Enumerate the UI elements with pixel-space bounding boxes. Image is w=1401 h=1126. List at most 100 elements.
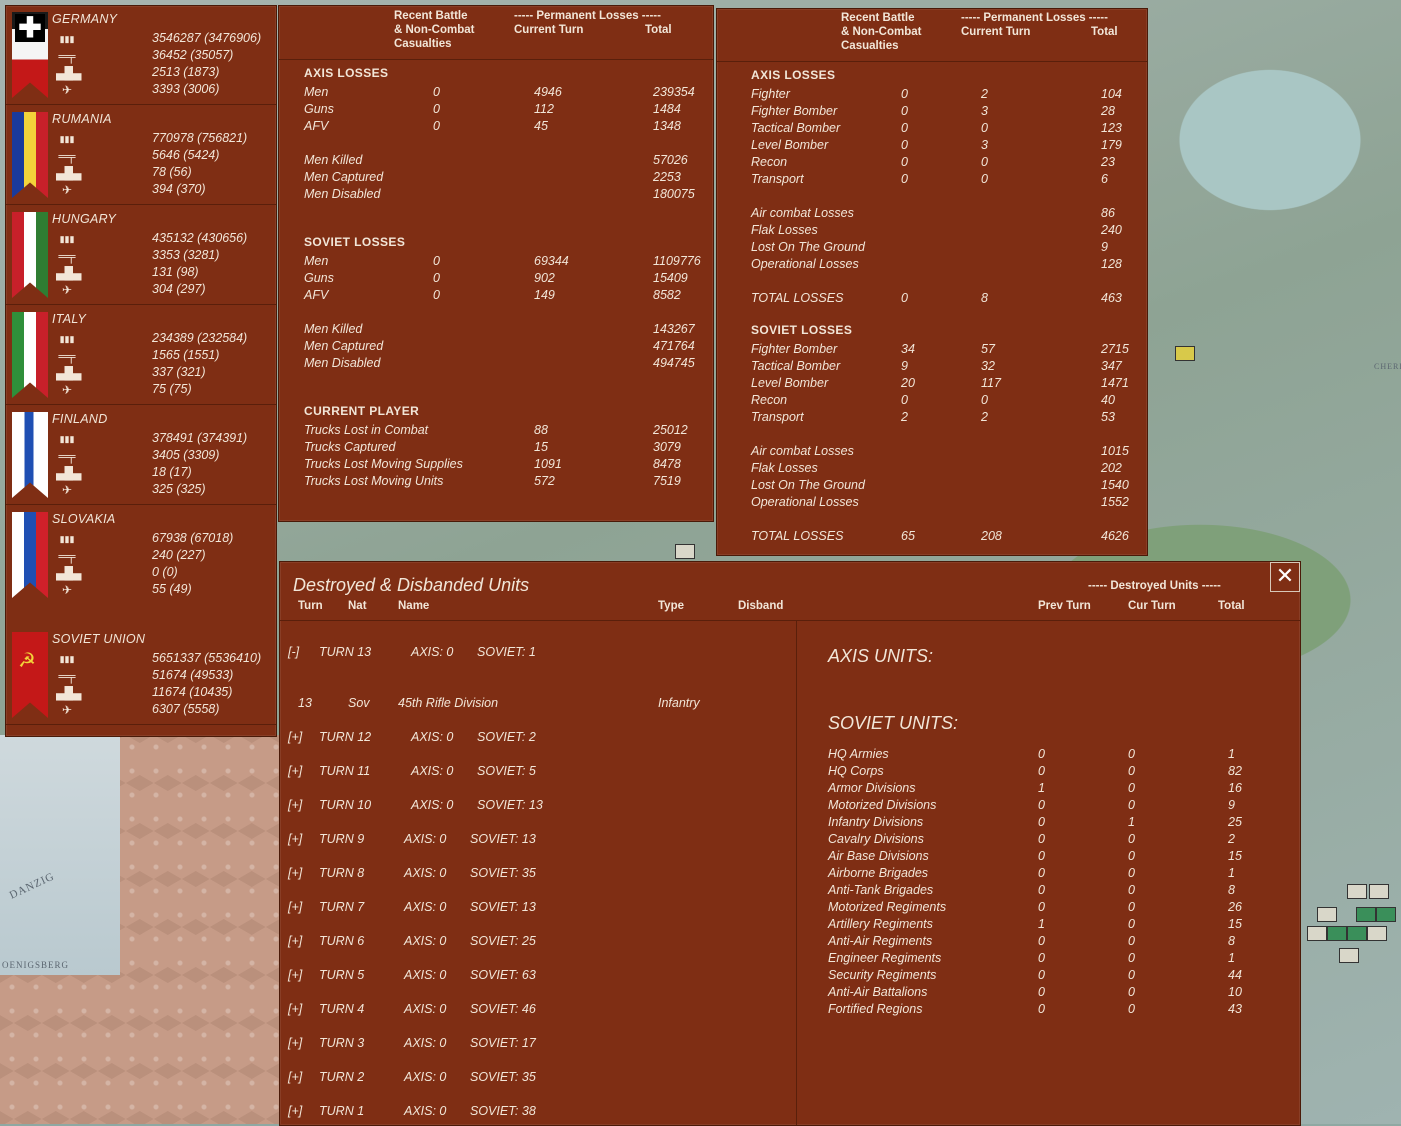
- nation-row[interactable]: SLOVAKIA ▮▮▮ 67938 (67018) ═╤ 240 (227) ▄█▄ 0 …: [6, 506, 276, 604]
- expand-toggle[interactable]: [+]: [288, 1070, 302, 1084]
- column-header: Turn: [298, 600, 323, 612]
- expand-toggle[interactable]: [+]: [288, 798, 302, 812]
- map-unit-counter[interactable]: [1356, 907, 1376, 922]
- nation-afv-value: 18 (17): [152, 465, 192, 479]
- soviet-unit-cur: 0: [1128, 764, 1135, 778]
- nation-row[interactable]: RUMANIA ▮▮▮ 770978 (756821) ═╤ 5646 (5424) ▄█…: [6, 106, 276, 205]
- map-unit-counter[interactable]: [1175, 346, 1195, 361]
- expand-toggle[interactable]: [+]: [288, 730, 302, 744]
- expand-toggle[interactable]: [+]: [288, 1104, 302, 1118]
- air-hdr-total: Total: [1091, 26, 1118, 38]
- nation-row[interactable]: FINLAND ▮▮▮ 378491 (374391) ═╤ 3405 (3309) ▄█…: [6, 406, 276, 505]
- soviet-units-title: SOVIET UNITS:: [828, 713, 959, 733]
- nation-row[interactable]: HUNGARY ▮▮▮ 435132 (430656) ═╤ 3353 (3281) ▄█…: [6, 206, 276, 305]
- expand-toggle[interactable]: [+]: [288, 1002, 302, 1016]
- men-icon: ▮▮▮: [59, 134, 75, 144]
- map-unit-counter[interactable]: [1376, 907, 1396, 922]
- tank-icon: ▄█▄: [56, 166, 82, 180]
- men-icon: ▮▮▮: [59, 234, 75, 244]
- turn-soviet-count: SOVIET: 2: [477, 730, 536, 744]
- nation-name: SLOVAKIA: [52, 512, 116, 526]
- axis-row-col1: 0: [901, 104, 908, 118]
- map-unit-counter[interactable]: [1317, 907, 1337, 922]
- expand-toggle[interactable]: [+]: [288, 900, 302, 914]
- soviet-row-col1: 20: [901, 376, 915, 390]
- turn-row[interactable]: [+] TURN 12 AXIS: 0 SOVIET: 2: [280, 730, 796, 747]
- nation-row[interactable]: ✚ GERMANY ▮▮▮ 3546287 (3476906) ═╤ 36452 (350…: [6, 6, 276, 105]
- soviet-row-col1: 0: [433, 288, 440, 302]
- axis-row-col2: 45: [534, 119, 548, 133]
- turn-row[interactable]: [+] TURN 11 AXIS: 0 SOVIET: 5: [280, 764, 796, 781]
- expand-toggle[interactable]: [+]: [288, 764, 302, 778]
- nation-men-value: 5651337 (5536410): [152, 651, 262, 665]
- soviet-extra-value: 143267: [653, 322, 695, 336]
- soviet-unit-cur: 0: [1128, 883, 1135, 897]
- map-unit-counter[interactable]: [1347, 926, 1367, 941]
- air-hdr-cur: Current Turn: [961, 26, 1031, 38]
- turn-row[interactable]: [+] TURN 6 AXIS: 0 SOVIET: 25: [280, 934, 796, 951]
- axis-row-col1: 0: [901, 121, 908, 135]
- axis-row-col0: Fighter Bomber: [751, 104, 838, 118]
- nation-row[interactable]: ITALY ▮▮▮ 234389 (232584) ═╤ 1565 (1551) ▄█▄ 3…: [6, 306, 276, 405]
- expand-toggle[interactable]: [+]: [288, 866, 302, 880]
- expand-toggle[interactable]: [+]: [288, 968, 302, 982]
- player-row-current: 572: [534, 474, 555, 488]
- map-unit-counter[interactable]: [1347, 884, 1367, 899]
- nation-row[interactable]: ☭ SOVIET UNION ▮▮▮ 5651337 (5536410) ═╤ 51674…: [6, 626, 276, 725]
- turn-row[interactable]: [+] TURN 8 AXIS: 0 SOVIET: 35: [280, 866, 796, 883]
- ground-hdr-perm: ----- Permanent Losses -----: [514, 10, 661, 22]
- turn-row[interactable]: [+] TURN 9 AXIS: 0 SOVIET: 13: [280, 832, 796, 849]
- men-icon: ▮▮▮: [59, 534, 75, 544]
- map-unit-counter[interactable]: [1369, 884, 1389, 899]
- gun-icon: ═╤: [58, 249, 76, 263]
- soviet-total-col3: 4626: [1101, 529, 1129, 543]
- nation-guns-value: 5646 (5424): [152, 148, 220, 162]
- soviet-unit-total: 1: [1228, 951, 1235, 965]
- soviet-unit-type: Air Base Divisions: [828, 849, 929, 863]
- map-unit-counter[interactable]: [1367, 926, 1387, 941]
- axis-extra-value: 240: [1101, 223, 1122, 237]
- axis-row-col3: 6: [1101, 172, 1108, 186]
- map-unit-counter[interactable]: [1327, 926, 1347, 941]
- soviet-row-col1: 0: [433, 254, 440, 268]
- turn-row[interactable]: [-] TURN 13 AXIS: 0 SOVIET: 1: [280, 645, 796, 662]
- turn-row[interactable]: [+] TURN 4 AXIS: 0 SOVIET: 46: [280, 1002, 796, 1019]
- axis-row-col0: Recon: [751, 155, 788, 169]
- unit-row[interactable]: 13 Sov 45th Rifle Division Infantry: [280, 696, 796, 713]
- turn-row[interactable]: [+] TURN 3 AXIS: 0 SOVIET: 17: [280, 1036, 796, 1053]
- axis-row-col0: Level Bomber: [751, 138, 829, 152]
- axis-row-col0: AFV: [304, 119, 329, 133]
- aircraft-icon: ✈: [61, 83, 73, 97]
- soviet-unit-prev: 0: [1038, 849, 1045, 863]
- turn-row[interactable]: [+] TURN 2 AXIS: 0 SOVIET: 35: [280, 1070, 796, 1087]
- soviet-unit-total: 82: [1228, 764, 1242, 778]
- turn-row[interactable]: [+] TURN 10 AXIS: 0 SOVIET: 13: [280, 798, 796, 815]
- window-title: Destroyed & Disbanded Units: [293, 575, 530, 595]
- expand-toggle[interactable]: [-]: [288, 645, 299, 659]
- soviet-unit-cur: 1: [1128, 815, 1135, 829]
- expand-toggle[interactable]: [+]: [288, 934, 302, 948]
- map-unit-counter[interactable]: [1307, 926, 1327, 941]
- soviet-unit-cur: 0: [1128, 917, 1135, 931]
- air-hdr-perm: ----- Permanent Losses -----: [961, 12, 1108, 24]
- soviet-unit-type: HQ Corps: [828, 764, 884, 778]
- map-unit-counter[interactable]: [1339, 948, 1359, 963]
- turn-label: TURN 5: [319, 968, 365, 982]
- soviet-unit-cur: 0: [1128, 781, 1135, 795]
- axis-row-col0: Guns: [304, 102, 334, 116]
- turn-axis-count: AXIS: 0: [404, 1070, 447, 1084]
- turn-row[interactable]: [+] TURN 1 AXIS: 0 SOVIET: 38: [280, 1104, 796, 1121]
- soviet-unit-type: Artillery Regiments: [828, 917, 933, 931]
- expand-toggle[interactable]: [+]: [288, 1036, 302, 1050]
- turn-soviet-count: SOVIET: 38: [470, 1104, 536, 1118]
- soviet-unit-cur: 0: [1128, 968, 1135, 982]
- expand-toggle[interactable]: [+]: [288, 832, 302, 846]
- nation-flag: [12, 112, 48, 198]
- turn-row[interactable]: [+] TURN 5 AXIS: 0 SOVIET: 63: [280, 968, 796, 985]
- soviet-extra-label: Lost On The Ground: [751, 478, 865, 492]
- turn-row[interactable]: [+] TURN 7 AXIS: 0 SOVIET: 13: [280, 900, 796, 917]
- map-unit-counter[interactable]: [675, 544, 695, 559]
- turn-label: TURN 8: [319, 866, 365, 880]
- close-button[interactable]: ✕: [1270, 562, 1300, 592]
- section-title: AXIS LOSSES: [304, 66, 389, 80]
